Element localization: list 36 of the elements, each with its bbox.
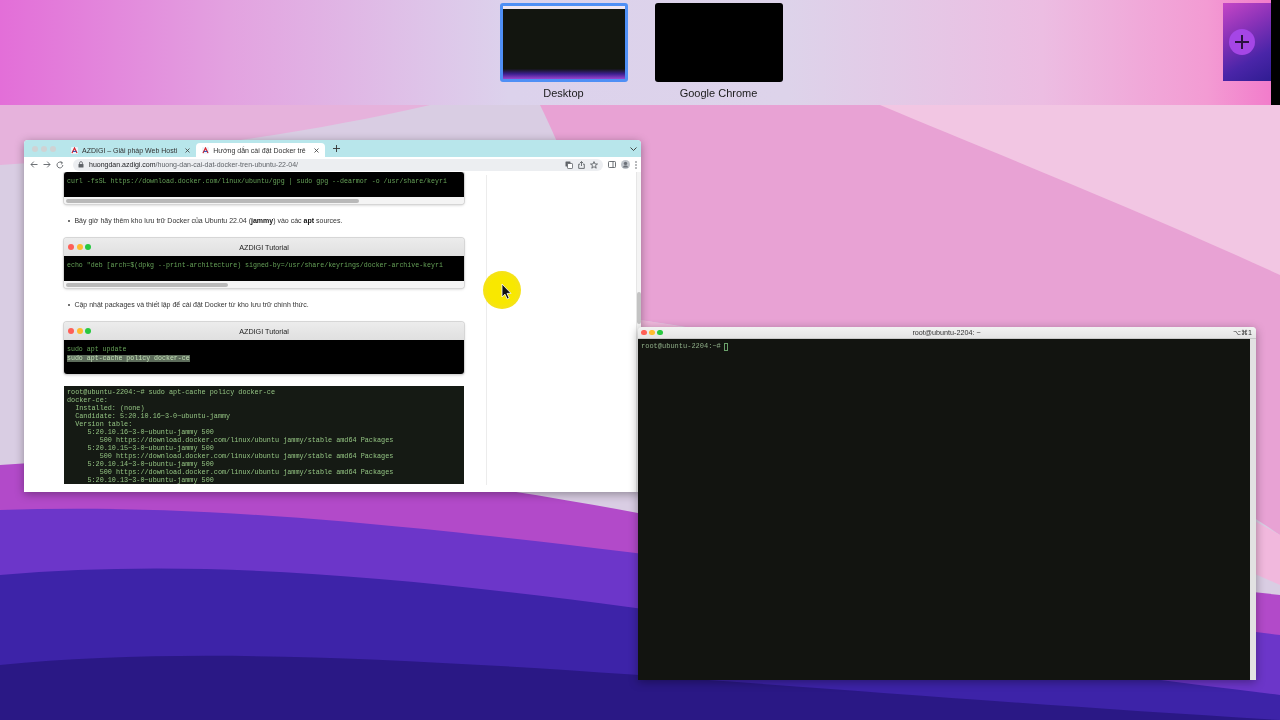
space-thumbnail[interactable]	[654, 3, 783, 82]
space-thumbnail[interactable]	[499, 3, 628, 82]
close-button[interactable]	[641, 329, 647, 336]
plus-icon	[1229, 29, 1255, 55]
minimize-dot-icon	[76, 328, 83, 334]
forward-icon[interactable]	[43, 161, 51, 168]
reload-icon[interactable]	[56, 160, 64, 169]
scrollbar-thumb[interactable]	[66, 198, 360, 203]
close-icon[interactable]	[313, 147, 319, 153]
star-icon[interactable]	[590, 160, 598, 169]
add-space-button[interactable]	[1223, 3, 1271, 81]
zoom-button[interactable]	[657, 329, 663, 336]
scrollbar-thumb[interactable]	[66, 282, 229, 287]
maximize-dot-icon	[85, 244, 91, 250]
lock-icon	[78, 161, 84, 168]
favicon-icon	[71, 146, 78, 154]
caret-icon[interactable]	[630, 146, 637, 151]
favicon-icon	[202, 146, 210, 154]
minimize-dot-icon	[76, 244, 83, 250]
share-icon[interactable]	[578, 160, 585, 169]
side-panel-icon[interactable]	[608, 161, 616, 168]
plus-icon[interactable]	[332, 145, 340, 152]
back-icon[interactable]	[30, 161, 38, 168]
space-label: Desktop	[543, 87, 584, 100]
avatar-icon[interactable]	[621, 160, 630, 169]
pointer-icon	[483, 271, 521, 309]
horizontal-scrollbar[interactable]	[64, 281, 464, 288]
close-icon[interactable]	[185, 147, 191, 153]
close-dot-icon	[68, 244, 74, 250]
overlapping-squares-icon[interactable]	[565, 160, 573, 169]
maximize-dot-icon	[85, 328, 91, 334]
cursor-icon	[723, 342, 728, 351]
horizontal-scrollbar[interactable]	[64, 197, 464, 204]
space-label: Google Chrome	[679, 87, 758, 100]
close-dot-icon	[68, 328, 74, 334]
scrollbar-thumb[interactable]	[637, 292, 641, 324]
